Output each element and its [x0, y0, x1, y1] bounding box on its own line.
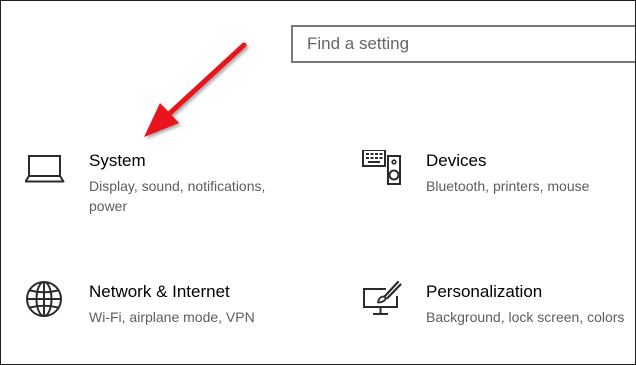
tile-description-system: Display, sound, notifications, power	[89, 178, 266, 214]
settings-tile-personalization[interactable]: Personalization Background, lock screen,…	[362, 281, 635, 331]
tile-description-personalization: Background, lock screen, colors	[426, 309, 625, 325]
settings-window: System Display, sound, notifications, po…	[0, 0, 636, 365]
tile-title-personalization: Personalization	[426, 282, 543, 301]
search-box[interactable]	[291, 25, 635, 63]
keyboard-speaker-icon	[362, 150, 401, 185]
search-input[interactable]	[293, 27, 635, 61]
tile-description-network: Wi-Fi, airplane mode, VPN	[89, 309, 255, 325]
settings-tile-system[interactable]: System Display, sound, notifications, po…	[25, 150, 305, 220]
tile-description-devices: Bluetooth, printers, mouse	[426, 178, 590, 194]
tile-title-network: Network & Internet	[89, 282, 230, 301]
laptop-icon	[25, 155, 65, 183]
paint-monitor-icon	[363, 281, 402, 315]
settings-tile-network[interactable]: Network & Internet Wi-Fi, airplane mode,…	[25, 281, 305, 331]
globe-icon	[26, 281, 62, 317]
tile-title-devices: Devices	[426, 151, 487, 170]
tile-title-system: System	[89, 151, 146, 170]
settings-tile-devices[interactable]: Devices Bluetooth, printers, mouse	[362, 150, 635, 210]
